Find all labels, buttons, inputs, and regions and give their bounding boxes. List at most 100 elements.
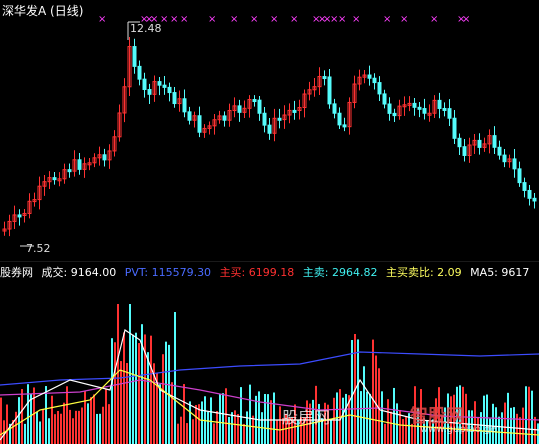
candle-body: [502, 154, 507, 163]
signal-mark: ×: [430, 14, 438, 25]
volume-bar: [375, 355, 377, 444]
candle-body: [462, 146, 467, 156]
volume-bar: [513, 407, 515, 444]
volume-bar: [357, 339, 359, 444]
volume-bar: [183, 384, 185, 444]
signal-mark: ×: [98, 14, 106, 25]
volume-bar: [246, 411, 248, 444]
candle-body: [172, 92, 177, 105]
signal-mark: ×: [290, 14, 298, 25]
volume-bar: [342, 397, 344, 444]
candle-body: [457, 137, 462, 148]
volume-bar: [237, 414, 239, 444]
signal-mark: ×: [462, 14, 470, 25]
volume-bar: [270, 400, 272, 444]
volume-bar: [6, 404, 8, 444]
volume-bar: [54, 414, 56, 444]
volume-bar: [219, 393, 221, 444]
candle-body: [162, 84, 167, 88]
volume-bar: [225, 388, 227, 444]
candle-body: [137, 65, 142, 80]
candle-body: [52, 177, 57, 181]
volume-bar: [48, 418, 50, 444]
volume-bar: [75, 410, 77, 444]
volume-bar: [177, 423, 179, 444]
signal-mark: ×: [383, 14, 391, 25]
volume-bar: [363, 366, 365, 444]
candle-body: [447, 108, 452, 119]
volume-bar: [519, 417, 521, 444]
volume-bar: [69, 409, 71, 444]
watermark-text: 股房网: [282, 408, 331, 427]
volume-bar: [162, 354, 164, 444]
volume-bar: [333, 397, 335, 444]
volume-bar: [264, 393, 266, 444]
candle-body: [67, 169, 72, 173]
volume-bar: [78, 410, 80, 444]
candle-body: [267, 124, 272, 134]
volume-bar: [120, 361, 122, 444]
candle-body: [442, 107, 447, 111]
volume-bar: [510, 407, 512, 444]
volume-bar: [474, 401, 476, 444]
main-sell-value: 主卖: 2964.82: [302, 266, 378, 279]
volume-bar: [90, 397, 92, 444]
volume-bar: [504, 402, 506, 444]
main-buy-value: 主买: 6199.18: [219, 266, 295, 279]
volume-bar: [186, 423, 188, 444]
signal-mark: ×: [180, 14, 188, 25]
volume-bar: [384, 423, 386, 444]
volume-bar: [36, 411, 38, 444]
volume-bar: [66, 386, 68, 444]
volume-bar: [273, 392, 275, 444]
candle-body: [477, 139, 482, 148]
volume-bar: [243, 423, 245, 444]
candle-body: [147, 89, 152, 95]
volume-bar: [135, 332, 137, 444]
volume-bar: [258, 391, 260, 444]
volume-bar: [516, 413, 518, 444]
volume-bar: [63, 402, 65, 444]
volume-bar: [390, 411, 392, 444]
volume-bar: [15, 411, 17, 444]
volume-bar: [27, 384, 29, 444]
candle-body: [142, 78, 147, 91]
volume-bar: [123, 332, 125, 444]
volume-bar: [276, 419, 278, 444]
candle-body: [342, 124, 347, 128]
volume-bar: [522, 407, 524, 444]
volume-bar: [51, 395, 53, 444]
candle-body: [157, 81, 162, 86]
volume-bar: [498, 416, 500, 444]
candle-body: [452, 117, 457, 139]
volume-bar: [249, 384, 251, 444]
candle-body: [237, 105, 242, 113]
volume-bar: [180, 416, 182, 444]
candle-body: [497, 146, 502, 156]
indicator-bar: 股券网 成交: 9164.00 PVT: 115579.30 主买: 6199.…: [0, 264, 539, 280]
volume-bar: [222, 393, 224, 444]
volume-bar: [213, 423, 215, 444]
candle-body: [527, 189, 532, 199]
candle-body: [437, 99, 442, 109]
volume-bar: [102, 406, 104, 444]
volume-bar: [465, 393, 467, 444]
volume-bar: [138, 343, 140, 444]
candle-body: [417, 106, 422, 110]
candle-body: [292, 109, 297, 113]
volume-bar: [18, 397, 20, 444]
volume-bar: [402, 419, 404, 444]
volume-bar: [108, 404, 110, 444]
candle-body: [517, 168, 522, 184]
candle-body: [332, 103, 337, 114]
candle-body: [17, 214, 22, 218]
volume-bar: [60, 413, 62, 444]
buy-sell-ratio-value: 主买卖比: 2.09: [385, 266, 462, 279]
volume-bar: [486, 394, 488, 444]
candle-body: [512, 158, 517, 170]
volume-bar: [252, 415, 254, 444]
signal-mark: ×: [250, 14, 258, 25]
signal-mark: ×: [270, 14, 278, 25]
price-chart[interactable]: × ××× × × × × × × × × ×××× × × × × × ××: [0, 0, 539, 262]
candle-body: [187, 111, 192, 121]
